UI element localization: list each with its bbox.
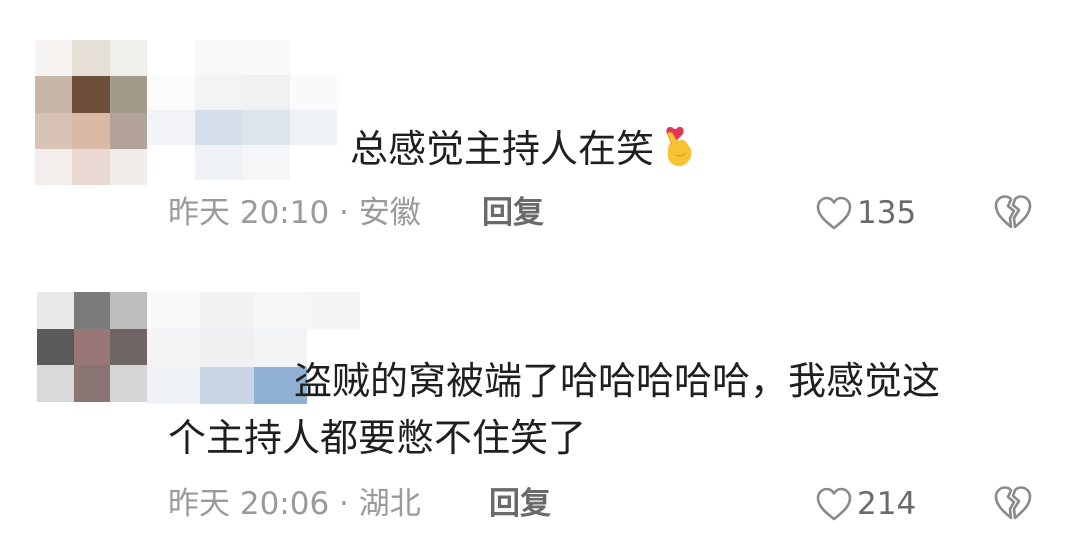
heart-outline-icon xyxy=(816,487,852,521)
comment-location: 湖北 xyxy=(358,486,421,522)
reply-button[interactable]: 回复 xyxy=(489,484,551,524)
comment-text-line1: 盗贼的窝被端了哈哈哈哈哈，我感觉这 xyxy=(294,359,941,403)
avatar[interactable] xyxy=(37,292,147,402)
comment-text: 盗贼的窝被端了哈哈哈哈哈，我感觉这 xyxy=(294,355,940,407)
like-button[interactable]: 214 xyxy=(815,484,916,524)
meta-separator: · xyxy=(329,486,359,522)
comment-meta: 昨天 20:06 · 湖北 xyxy=(168,484,421,524)
like-count: 214 xyxy=(857,486,917,522)
comment-text-line2: 个主持人都要憋不住笑了 xyxy=(168,416,587,460)
broken-heart-icon xyxy=(994,486,1032,520)
comment-item-2: 盗贼的窝被端了哈哈哈哈哈，我感觉这 个主持人都要憋不住笑了 昨天 20:06 ·… xyxy=(0,0,1080,555)
comment-time: 昨天 20:06 xyxy=(168,486,330,522)
comment-text: 个主持人都要憋不住笑了 xyxy=(168,412,586,464)
dislike-button[interactable] xyxy=(993,484,1033,526)
